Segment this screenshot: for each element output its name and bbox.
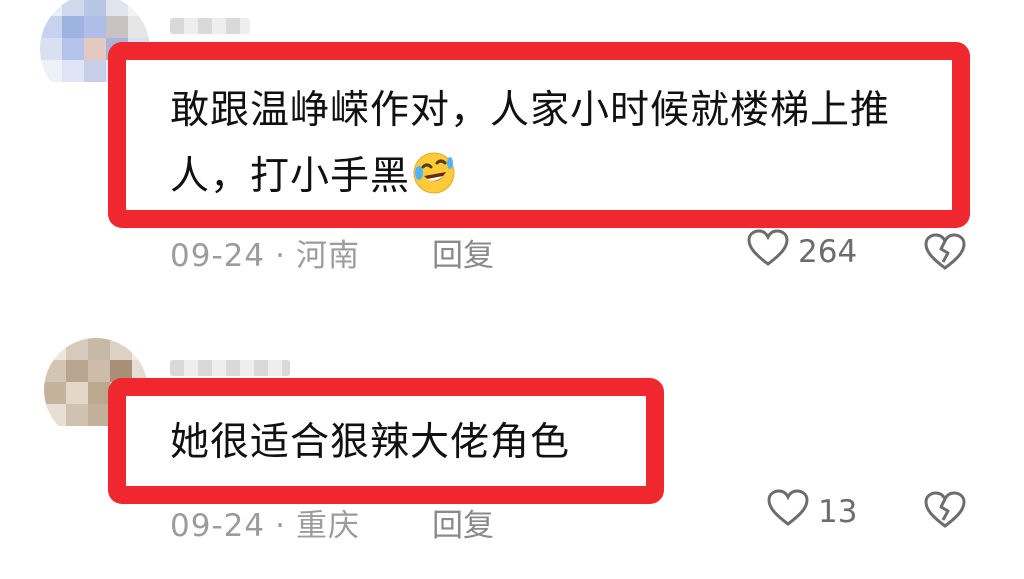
comment-text-line: 人，打小手黑 — [170, 144, 890, 210]
like-count: 264 — [798, 234, 858, 270]
comment-text: 敢跟温峥嵘作对，人家小时候就楼梯上推 人，打小手黑 — [170, 78, 890, 210]
reply-button[interactable]: 回复 — [432, 230, 494, 275]
comment-text-line: 她很适合狠辣大佬角色 — [170, 420, 571, 465]
dislike-button[interactable] — [922, 232, 968, 276]
comment-location: 河南 — [295, 238, 360, 274]
reply-button[interactable]: 回复 — [432, 508, 494, 545]
like-count: 13 — [818, 494, 858, 530]
heart-outline-icon — [746, 228, 790, 276]
dislike-button[interactable] — [922, 490, 968, 534]
comment-date: 09-24 — [170, 508, 266, 544]
rolling-laughing-emoji-icon — [410, 149, 458, 197]
separator-dot: · — [275, 508, 286, 544]
comment-text: 她很适合狠辣大佬角色 — [170, 410, 570, 476]
broken-heart-icon — [924, 491, 966, 528]
username[interactable] — [170, 18, 250, 34]
comment-meta: 09-24 · 河南 — [170, 230, 360, 275]
like-button[interactable]: 13 — [766, 488, 857, 536]
broken-heart-icon — [924, 233, 966, 270]
separator-dot: · — [275, 238, 286, 274]
heart-outline-icon — [766, 488, 810, 536]
comment-item: 她很适合狠辣大佬角色 09-24 · 重庆 回复 13 — [0, 330, 1024, 560]
comment-meta: 09-24 · 重庆 — [170, 508, 360, 545]
like-button[interactable]: 264 — [746, 228, 857, 276]
comment-text-line: 敢跟温峥嵘作对，人家小时候就楼梯上推 — [170, 88, 891, 133]
comment-date: 09-24 — [170, 238, 266, 274]
username[interactable] — [170, 360, 290, 376]
comment-location: 重庆 — [295, 508, 360, 544]
comment-item: 敢跟温峥嵘作对，人家小时候就楼梯上推 人，打小手黑 09-24·河南 回复 — [0, 0, 1024, 290]
comment-text-line2: 人，打小手黑 — [170, 154, 411, 199]
